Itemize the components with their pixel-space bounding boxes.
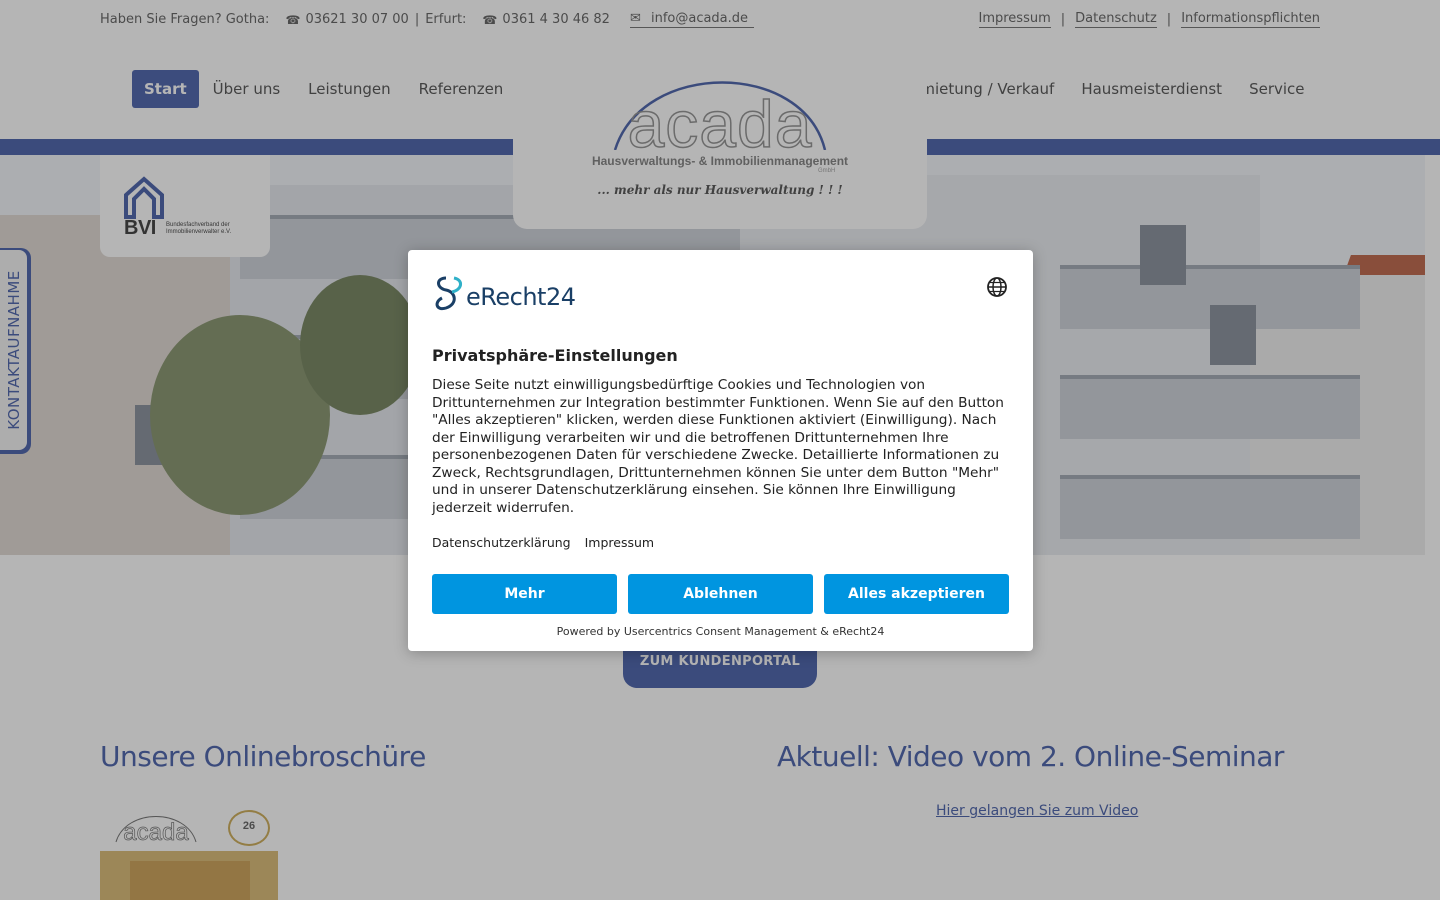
more-button[interactable]: Mehr xyxy=(432,574,617,614)
consent-links: Datenschutzerklärung Impressum xyxy=(432,535,664,550)
consent-powered-by: Powered by Usercentrics Consent Manageme… xyxy=(556,625,885,638)
consent-privacy-link[interactable]: Datenschutzerklärung xyxy=(432,535,571,550)
erecht24-wordmark: eRecht24 xyxy=(466,283,576,311)
language-globe-icon[interactable] xyxy=(986,276,1008,298)
accept-all-button[interactable]: Alles akzeptieren xyxy=(824,574,1009,614)
decline-button[interactable]: Ablehnen xyxy=(628,574,813,614)
consent-imprint-link[interactable]: Impressum xyxy=(585,535,654,550)
consent-title: Privatsphäre-Einstellungen xyxy=(432,346,678,365)
erecht24-mark-icon xyxy=(435,276,462,311)
consent-text: Diese Seite nutzt einwilligungsbedürftig… xyxy=(432,377,1004,516)
erecht24-logo: eRecht24 xyxy=(432,274,602,314)
consent-dialog: eRecht24 Privatsphäre-Einstellungen Dies… xyxy=(408,250,1033,651)
